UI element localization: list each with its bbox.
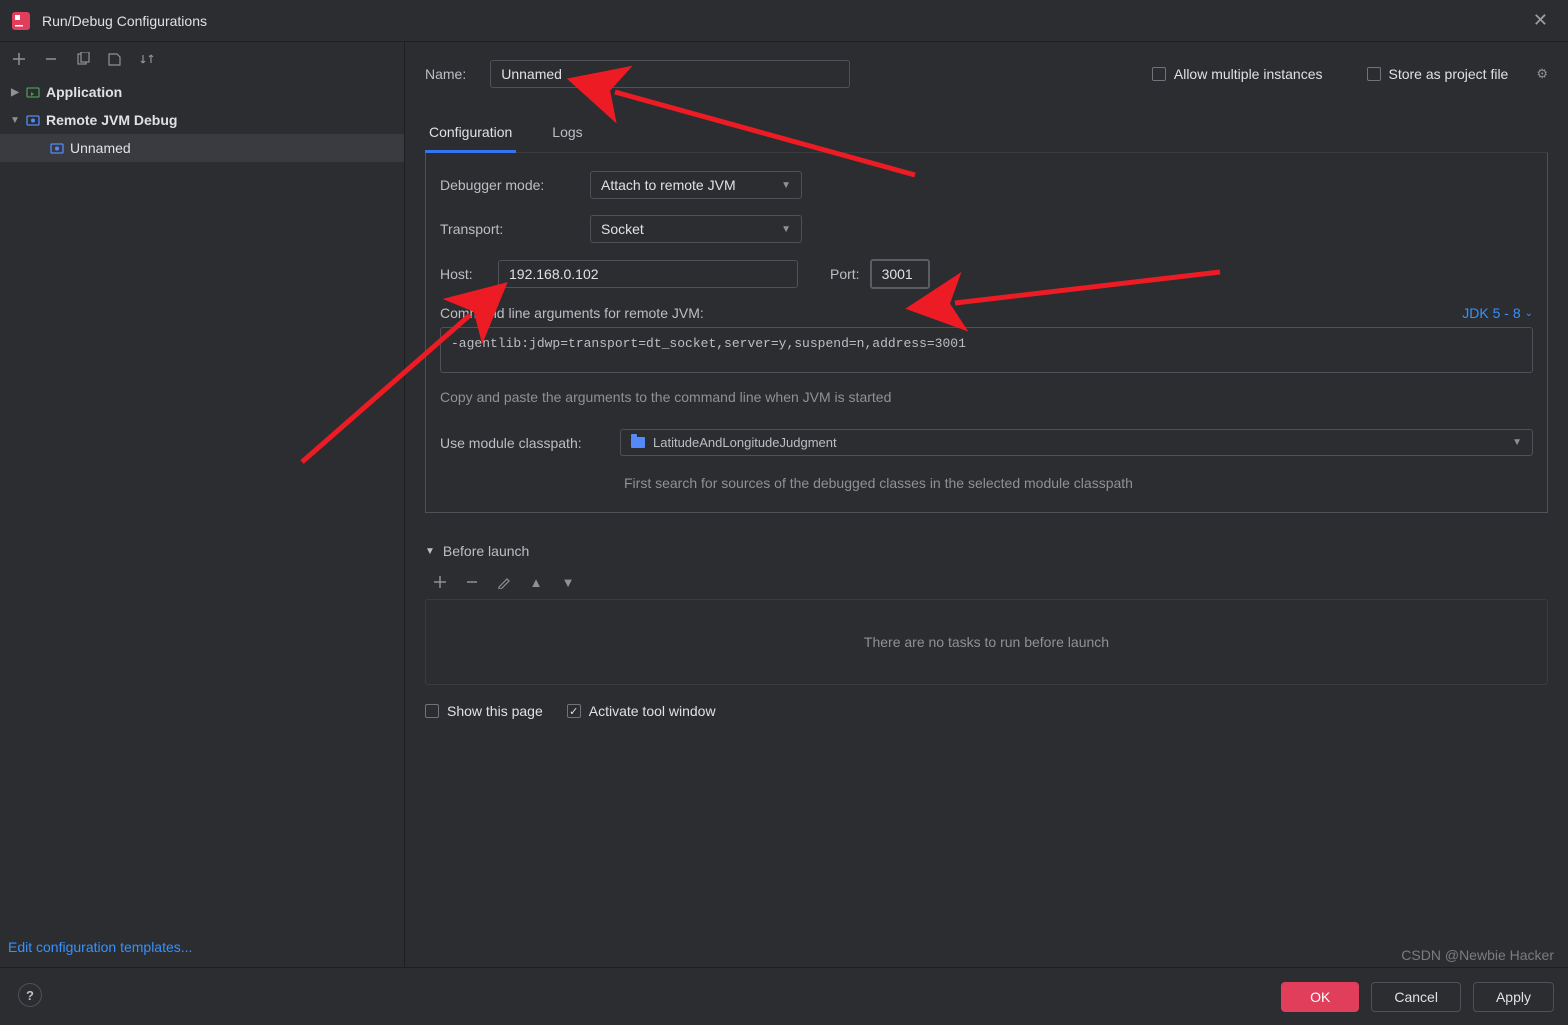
show-page-checkbox[interactable]: Show this page (425, 703, 543, 719)
move-down-button[interactable]: ▼ (559, 573, 577, 591)
activate-tool-checkbox[interactable]: Activate tool window (567, 703, 716, 719)
host-input[interactable] (498, 260, 798, 288)
sort-button[interactable] (138, 50, 156, 68)
tree-label: Unnamed (70, 140, 131, 156)
folder-icon (631, 437, 645, 448)
tab-logs[interactable]: Logs (548, 116, 586, 152)
port-input[interactable] (870, 259, 930, 289)
transport-label: Transport: (440, 221, 580, 237)
edit-task-button[interactable] (495, 573, 513, 591)
chevron-down-icon: ▼ (1512, 437, 1522, 448)
chevron-down-icon: ▼ (781, 180, 791, 191)
remove-config-button[interactable] (42, 50, 60, 68)
debugger-mode-dropdown[interactable]: Attach to remote JVM ▼ (590, 171, 802, 199)
cmdline-hint: Copy and paste the arguments to the comm… (440, 389, 1533, 405)
close-icon[interactable]: ✕ (1525, 6, 1556, 35)
ok-button[interactable]: OK (1281, 982, 1359, 1012)
chevron-down-icon: ▼ (425, 546, 435, 557)
debugger-mode-label: Debugger mode: (440, 177, 580, 193)
remove-task-button[interactable] (463, 573, 481, 591)
chevron-down-icon: ▼ (6, 115, 24, 126)
remote-debug-icon (48, 140, 66, 156)
help-button[interactable]: ? (18, 983, 42, 1007)
apply-button[interactable]: Apply (1473, 982, 1554, 1012)
chevron-down-icon: ⌄ (1525, 308, 1533, 319)
gear-icon[interactable]: ⚙ (1536, 66, 1548, 82)
module-classpath-hint: First search for sources of the debugged… (624, 472, 1533, 494)
tree-label: Application (46, 84, 122, 100)
transport-dropdown[interactable]: Socket ▼ (590, 215, 802, 243)
host-label: Host: (440, 266, 488, 282)
window-title: Run/Debug Configurations (42, 13, 1525, 29)
before-launch-header[interactable]: ▼ Before launch (425, 543, 1548, 559)
chevron-right-icon: ▶ (6, 87, 24, 98)
add-task-button[interactable] (431, 573, 449, 591)
application-icon (24, 84, 42, 100)
edit-templates-link[interactable]: Edit configuration templates... (0, 927, 404, 967)
cmdline-label: Command line arguments for remote JVM: (440, 305, 704, 321)
move-up-button[interactable]: ▲ (527, 573, 545, 591)
tree-remote-jvm-group[interactable]: ▼ Remote JVM Debug (0, 106, 404, 134)
store-project-checkbox[interactable]: Store as project file (1367, 66, 1509, 82)
before-launch-empty: There are no tasks to run before launch (425, 599, 1548, 685)
port-label: Port: (830, 266, 860, 282)
save-config-button[interactable] (106, 50, 124, 68)
chevron-down-icon: ▼ (781, 224, 791, 235)
checkbox-icon (1367, 67, 1381, 81)
remote-debug-icon (24, 112, 42, 128)
name-input[interactable] (490, 60, 850, 88)
jdk-version-dropdown[interactable]: JDK 5 - 8 ⌄ (1462, 305, 1533, 321)
cancel-button[interactable]: Cancel (1371, 982, 1461, 1012)
app-icon (12, 12, 30, 30)
tree-label: Remote JVM Debug (46, 112, 177, 128)
tree-application-group[interactable]: ▶ Application (0, 78, 404, 106)
checkbox-icon (1152, 67, 1166, 81)
name-label: Name: (425, 66, 466, 82)
module-classpath-dropdown[interactable]: LatitudeAndLongitudeJudgment ▼ (620, 429, 1533, 456)
tree-item-unnamed[interactable]: Unnamed (0, 134, 404, 162)
checkbox-icon (425, 704, 439, 718)
watermark: CSDN @Newbie Hacker (1401, 947, 1554, 963)
allow-multiple-checkbox[interactable]: Allow multiple instances (1152, 66, 1323, 82)
add-config-button[interactable] (10, 50, 28, 68)
module-classpath-label: Use module classpath: (440, 435, 610, 451)
tab-configuration[interactable]: Configuration (425, 116, 516, 153)
copy-config-button[interactable] (74, 50, 92, 68)
checkbox-icon (567, 704, 581, 718)
cmdline-arguments-box[interactable]: -agentlib:jdwp=transport=dt_socket,serve… (440, 327, 1533, 373)
